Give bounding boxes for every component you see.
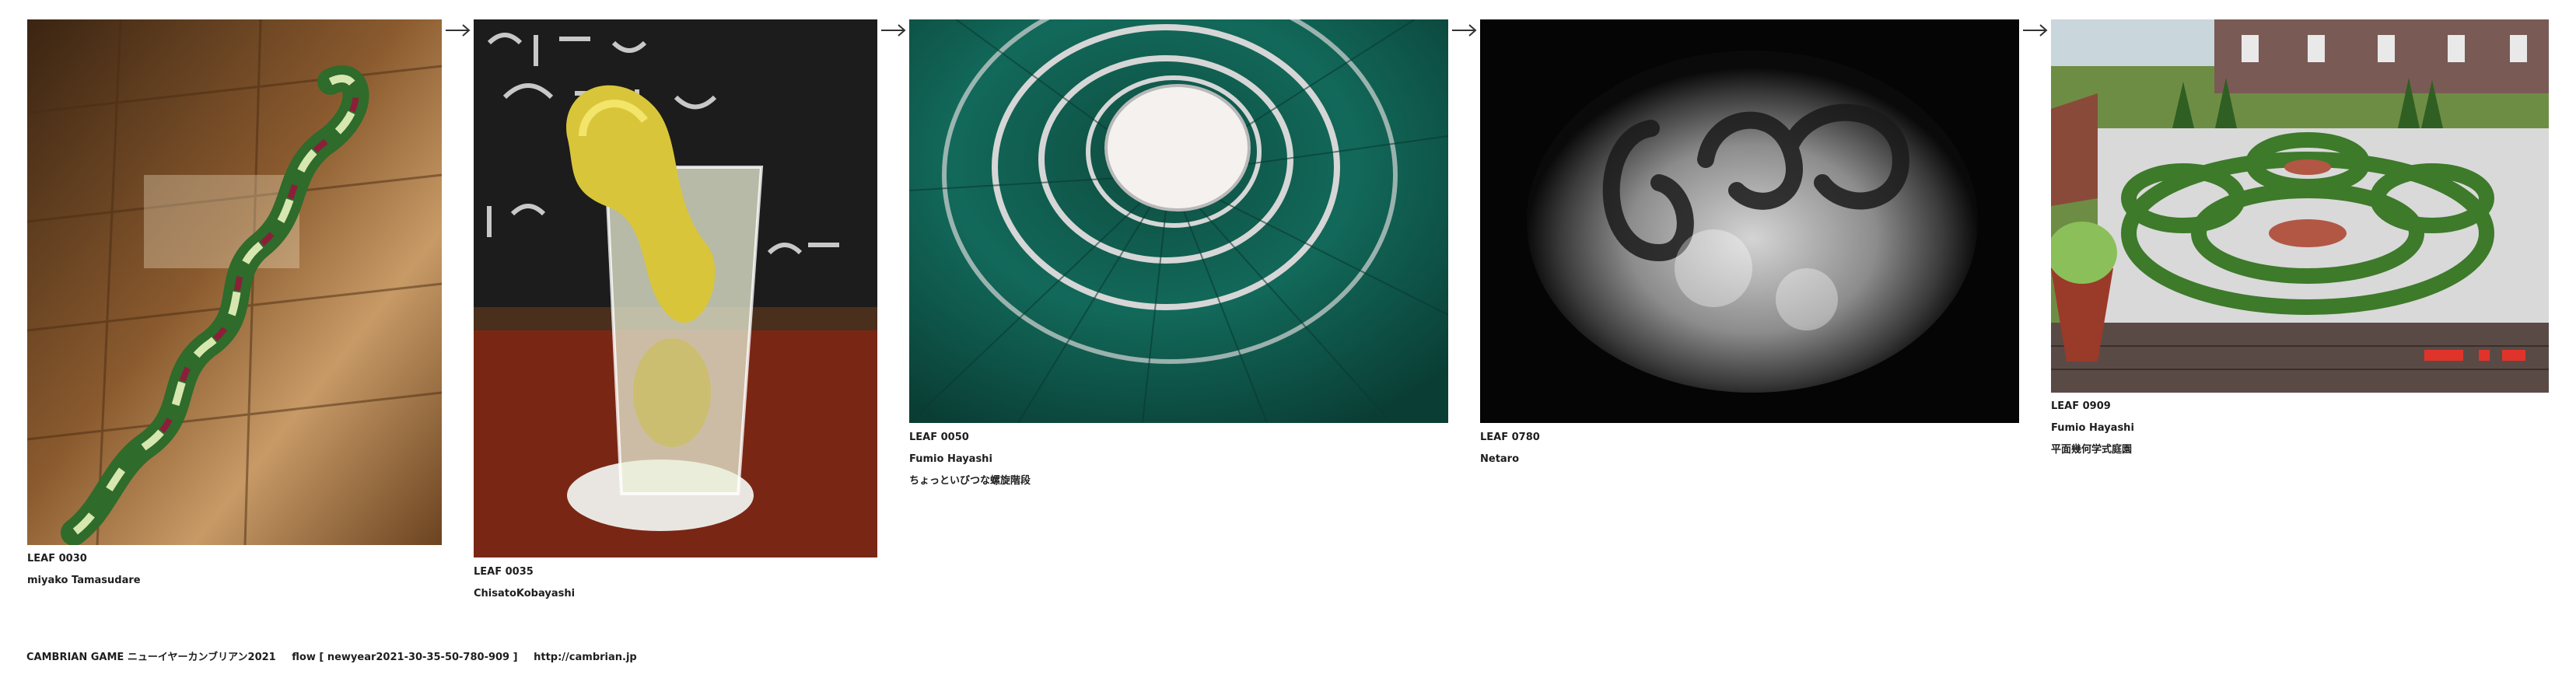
twisted-leaf-image	[27, 19, 442, 545]
leaf-0909-code: LEAF 0909	[2051, 400, 2111, 412]
sand-pattern-image	[1480, 19, 2019, 423]
footer: CAMBRIAN GAME ニューイヤーカンブリアン2021 flow [ ne…	[26, 652, 637, 664]
leaf-0909-author: Fumio Hayashi	[2051, 422, 2134, 434]
right-arrow-icon	[445, 23, 471, 37]
page: LEAF 0030 miyako Tamasudare LEAF 0035 Ch…	[0, 0, 2576, 678]
leaf-0050-photo[interactable]	[909, 19, 1448, 423]
leaf-0030-code: LEAF 0030	[27, 553, 87, 564]
site-name-link[interactable]: CAMBRIAN GAME	[26, 652, 124, 663]
formal-garden-image	[2051, 19, 2549, 393]
leaf-0780-photo[interactable]	[1480, 19, 2019, 423]
leaf-0909-photo[interactable]	[2051, 19, 2549, 393]
leaf-0050-code: LEAF 0050	[909, 432, 969, 443]
lemon-sour-image	[474, 19, 877, 557]
leaf-0035-code: LEAF 0035	[474, 566, 534, 578]
leaf-0909-title: 平面幾何学式庭園	[2051, 444, 2133, 456]
right-arrow-icon	[1451, 23, 1478, 37]
event-name: ニューイヤーカンブリアン2021	[127, 652, 276, 663]
flow-code: flow [ newyear2021-30-35-50-780-909 ]	[292, 652, 518, 663]
spiral-staircase-image	[909, 19, 1448, 423]
leaf-0030-photo[interactable]	[27, 19, 442, 545]
right-arrow-icon	[880, 23, 907, 37]
leaf-0780-code: LEAF 0780	[1480, 432, 1540, 443]
leaf-0050-author: Fumio Hayashi	[909, 453, 992, 465]
leaf-0035-photo[interactable]	[474, 19, 877, 557]
leaf-0050-title: ちょっといびつな螺旋階段	[909, 475, 1031, 487]
leaf-0780-author: Netaro	[1480, 453, 1520, 465]
leaf-0035-author: ChisatoKobayashi	[474, 588, 576, 599]
right-arrow-icon	[2022, 23, 2049, 37]
leaf-0030-author: miyako Tamasudare	[27, 575, 141, 586]
site-url-link[interactable]: http://cambrian.jp	[534, 652, 637, 663]
